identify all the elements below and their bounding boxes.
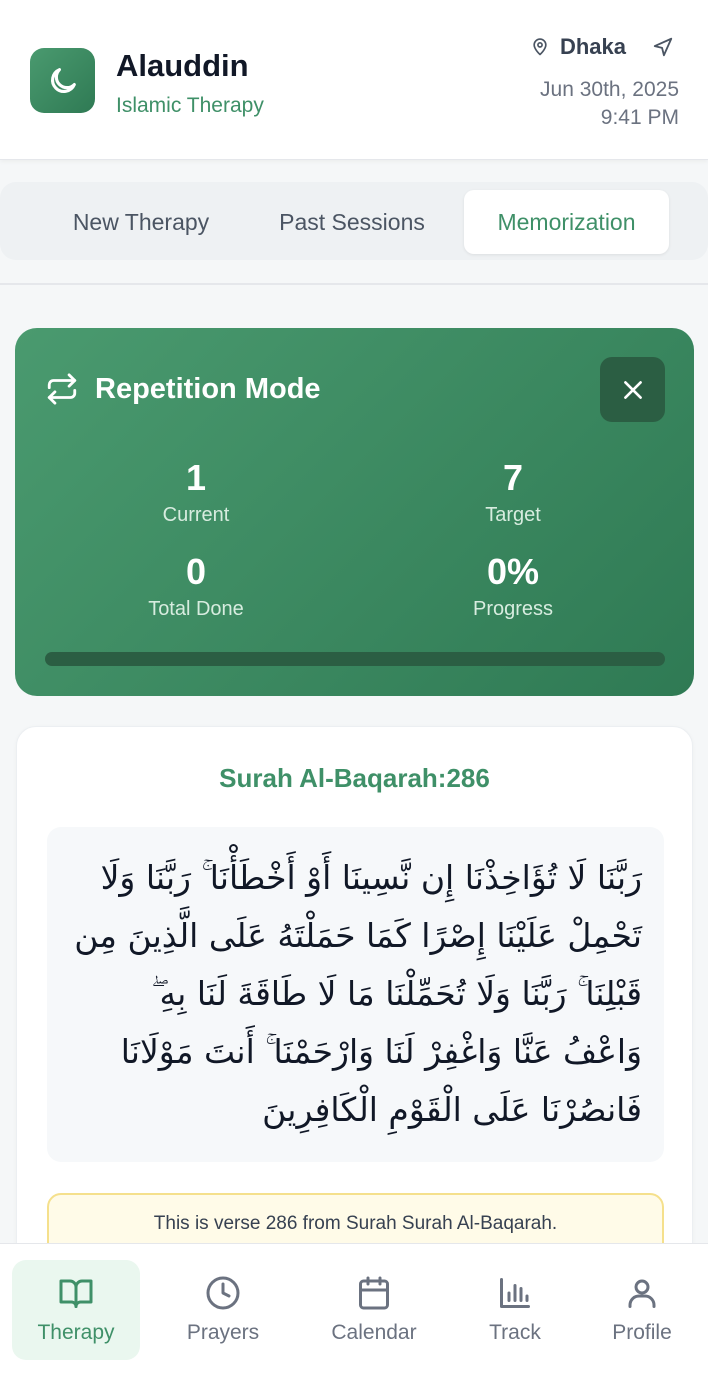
book-icon [59,1279,93,1308]
nav-therapy[interactable]: Therapy [12,1260,140,1360]
bar-chart-icon [500,1278,530,1308]
stat-progress: 0% Progress [393,552,633,621]
app-name: Alauddin [116,48,249,83]
nav-prayers[interactable]: Prayers [159,1260,287,1360]
total-done-label: Total Done [148,598,244,620]
user-icon [628,1279,656,1308]
verse-note-text: This is verse 286 from Surah Surah Al-Ba… [153,1213,558,1234]
app-subtitle: Islamic Therapy [116,94,264,117]
nav-therapy-label: Therapy [37,1321,115,1344]
map-pin-icon [533,38,547,56]
nav-prayers-label: Prayers [186,1321,260,1344]
repetition-mode-card: Repetition Mode 1 Current 7 Target 0 Tot… [15,328,694,696]
repetition-title: Repetition Mode [95,372,321,405]
arabic-verse-text: رَبَّنَا لَا تُؤَاخِذْنَا إِن نَّسِينَا … [74,858,642,1129]
tab-memorization[interactable]: Memorization [464,190,669,254]
bottom-nav: Therapy Prayers Calendar Track Profile [0,1243,708,1374]
stat-target: 7 Target [393,458,633,527]
navigation-icon[interactable] [652,36,674,58]
nav-calendar-label: Calendar [331,1321,417,1344]
current-date: Jun 30th, 2025 [540,78,679,101]
nav-profile[interactable]: Profile [578,1260,706,1360]
target-count: 7 [502,457,524,498]
progress-percent: 0% [486,551,540,592]
verse-card: Surah Al-Baqarah:286 رَبَّنَا لَا تُؤَاخ… [16,726,693,1326]
close-icon [623,380,642,399]
app-logo [30,48,95,113]
clock-icon [206,1276,240,1310]
progress-label: Progress [472,598,554,620]
tab-bar: New Therapy Past Sessions Memorization [0,182,708,260]
nav-track[interactable]: Track [451,1260,579,1360]
section-divider [0,283,708,285]
date-time: Jun 30th, 2025 9:41 PM [540,76,679,132]
tab-past-sessions[interactable]: Past Sessions [258,190,446,254]
target-label: Target [485,504,541,526]
current-count: 1 [185,457,207,498]
app-header: Alauddin Islamic Therapy Dhaka Jun 30th,… [0,0,708,160]
location-name: Dhaka [559,34,626,59]
current-time: 9:41 PM [600,106,679,129]
calendar-icon [359,1276,389,1310]
tab-new-therapy[interactable]: New Therapy [45,190,237,254]
stat-current: 1 Current [76,458,316,527]
stat-total-done: 0 Total Done [76,552,316,621]
repeat-icon [47,373,77,405]
repetition-header: Repetition Mode [45,372,321,406]
current-label: Current [162,504,230,526]
arabic-text-box: رَبَّنَا لَا تُؤَاخِذْنَا إِن نَّسِينَا … [47,827,664,1162]
nav-calendar[interactable]: Calendar [310,1260,438,1360]
close-repetition-button[interactable] [600,357,665,422]
total-done-count: 0 [185,551,207,592]
nav-profile-label: Profile [612,1321,672,1344]
moon-icon [50,67,76,93]
nav-track-label: Track [489,1321,541,1344]
progress-bar [45,652,665,666]
location-row[interactable]: Dhaka [530,34,674,60]
verse-reference: Surah Al-Baqarah:286 [219,763,490,793]
